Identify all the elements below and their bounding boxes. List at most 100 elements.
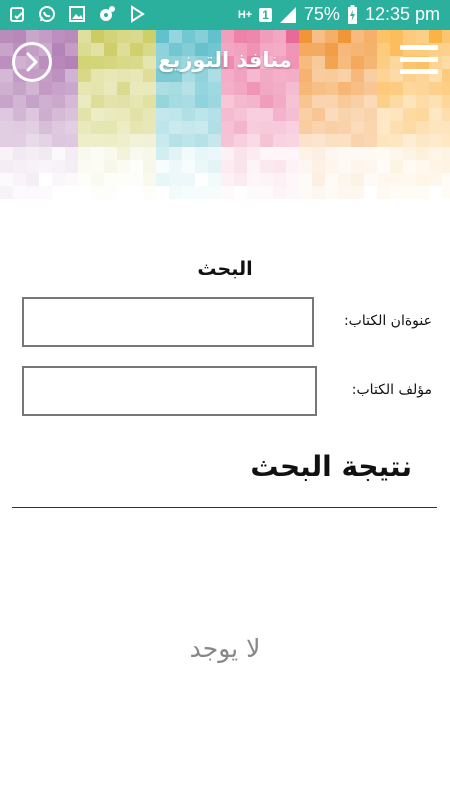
mosaic-tile	[26, 147, 39, 160]
title-bar: منافذ التوزيع	[0, 30, 450, 98]
mosaic-tile	[377, 186, 390, 199]
mosaic-tile	[182, 173, 195, 186]
mosaic-tile	[39, 134, 52, 147]
mosaic-tile	[169, 108, 182, 121]
mosaic-tile	[247, 121, 260, 134]
mosaic-tile	[117, 134, 130, 147]
mosaic-tile	[13, 173, 26, 186]
mosaic-tile	[403, 134, 416, 147]
mosaic-tile	[351, 108, 364, 121]
mosaic-tile	[13, 121, 26, 134]
mosaic-tile	[91, 121, 104, 134]
mosaic-tile	[143, 108, 156, 121]
mosaic-tile	[221, 108, 234, 121]
mosaic-tile	[156, 173, 169, 186]
mosaic-tile	[234, 173, 247, 186]
mosaic-tile	[364, 121, 377, 134]
mosaic-tile	[442, 121, 450, 134]
mosaic-tile	[143, 173, 156, 186]
empty-results-text: لا يوجد	[189, 634, 261, 663]
mosaic-tile	[429, 173, 442, 186]
mosaic-tile	[13, 186, 26, 199]
mosaic-tile	[104, 186, 117, 199]
network-type-label: H+	[237, 8, 253, 21]
mosaic-tile	[195, 160, 208, 173]
mosaic-tile	[390, 173, 403, 186]
mosaic-tile	[221, 121, 234, 134]
mosaic-tile	[104, 173, 117, 186]
mosaic-tile	[234, 147, 247, 160]
mosaic-tile	[312, 186, 325, 199]
mosaic-tile	[130, 134, 143, 147]
mosaic-tile	[65, 134, 78, 147]
mosaic-tile	[416, 173, 429, 186]
mosaic-tile	[312, 134, 325, 147]
whatsapp-icon	[39, 6, 55, 22]
mosaic-tile	[0, 160, 13, 173]
mosaic-tile	[117, 147, 130, 160]
signal-icon	[279, 6, 296, 23]
mosaic-tile	[390, 121, 403, 134]
mosaic-tile	[273, 108, 286, 121]
mosaic-tile	[247, 173, 260, 186]
mosaic-tile	[442, 108, 450, 121]
mosaic-tile	[52, 121, 65, 134]
mosaic-tile	[273, 134, 286, 147]
mosaic-tile	[260, 108, 273, 121]
mosaic-tile	[377, 173, 390, 186]
mosaic-tile	[351, 173, 364, 186]
mosaic-tile	[130, 147, 143, 160]
author-input[interactable]	[22, 366, 317, 416]
mosaic-tile	[195, 134, 208, 147]
mosaic-tile	[338, 108, 351, 121]
mosaic-tile	[195, 186, 208, 199]
mosaic-tile	[403, 108, 416, 121]
mosaic-tile	[117, 160, 130, 173]
mosaic-tile	[117, 108, 130, 121]
mosaic-tile	[26, 160, 39, 173]
mosaic-tile	[312, 160, 325, 173]
mosaic-tile	[312, 173, 325, 186]
mosaic-tile	[429, 121, 442, 134]
mosaic-tile	[416, 160, 429, 173]
mosaic-tile	[286, 147, 299, 160]
mosaic-tile	[273, 147, 286, 160]
mosaic-tile	[364, 134, 377, 147]
mosaic-tile	[221, 173, 234, 186]
mosaic-tile	[260, 147, 273, 160]
battery-charging-icon	[347, 4, 357, 24]
mosaic-tile	[130, 108, 143, 121]
mosaic-tile	[0, 186, 13, 199]
mosaic-tile	[143, 121, 156, 134]
mosaic-tile	[182, 186, 195, 199]
mosaic-tile	[325, 134, 338, 147]
mosaic-tile	[0, 147, 13, 160]
mosaic-tile	[78, 121, 91, 134]
mosaic-tile	[273, 121, 286, 134]
mosaic-tile	[299, 134, 312, 147]
mosaic-tile	[91, 147, 104, 160]
mosaic-tile	[286, 173, 299, 186]
mosaic-tile	[182, 121, 195, 134]
play-store-icon	[131, 5, 145, 23]
mosaic-tile	[65, 160, 78, 173]
mosaic-tile	[286, 186, 299, 199]
mosaic-tile	[117, 121, 130, 134]
mosaic-tile	[286, 134, 299, 147]
menu-button[interactable]	[400, 45, 438, 79]
mosaic-tile	[39, 147, 52, 160]
mosaic-tile	[299, 121, 312, 134]
mosaic-tile	[208, 108, 221, 121]
mosaic-tile	[260, 173, 273, 186]
mosaic-tile	[52, 147, 65, 160]
mosaic-tile	[195, 121, 208, 134]
mosaic-tile	[65, 121, 78, 134]
mosaic-tile	[0, 121, 13, 134]
mosaic-tile	[286, 121, 299, 134]
mosaic-tile	[390, 186, 403, 199]
mosaic-tile	[0, 134, 13, 147]
mosaic-tile	[130, 121, 143, 134]
mosaic-tile	[442, 134, 450, 147]
mosaic-tile	[208, 173, 221, 186]
book-title-input[interactable]	[22, 297, 314, 347]
